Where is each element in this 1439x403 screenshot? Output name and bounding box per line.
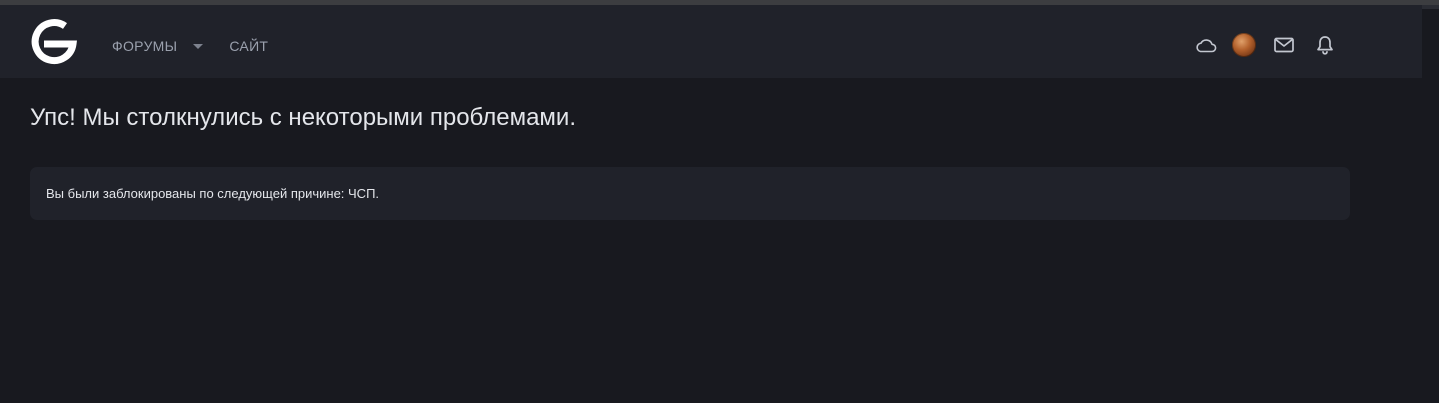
error-notice: Вы были заблокированы по следующей причи… [30, 167, 1350, 220]
nav-site-label: САЙТ [229, 38, 269, 54]
avatar-image [1232, 33, 1256, 57]
avatar[interactable] [1232, 32, 1256, 58]
page-title: Упс! Мы столкнулись с некоторыми проблем… [30, 104, 576, 131]
cloud-icon[interactable] [1193, 32, 1219, 58]
chevron-down-icon[interactable] [193, 44, 204, 49]
g-logo-icon[interactable] [28, 19, 80, 71]
nav-site[interactable]: САЙТ [229, 38, 268, 54]
bell-icon[interactable] [1313, 32, 1337, 58]
error-message: Вы были заблокированы по следующей причи… [46, 186, 380, 201]
main-nav: ФОРУМЫ САЙТ [112, 38, 268, 54]
site-header: ФОРУМЫ САЙТ [0, 5, 1439, 78]
nav-forums[interactable]: ФОРУМЫ [112, 38, 204, 54]
scrollbar-thumb[interactable] [1422, 5, 1439, 9]
mail-icon[interactable] [1272, 32, 1296, 58]
nav-forums-label: ФОРУМЫ [112, 38, 178, 54]
scrollbar-track[interactable] [1422, 5, 1439, 403]
header-user-icons [1193, 32, 1337, 58]
